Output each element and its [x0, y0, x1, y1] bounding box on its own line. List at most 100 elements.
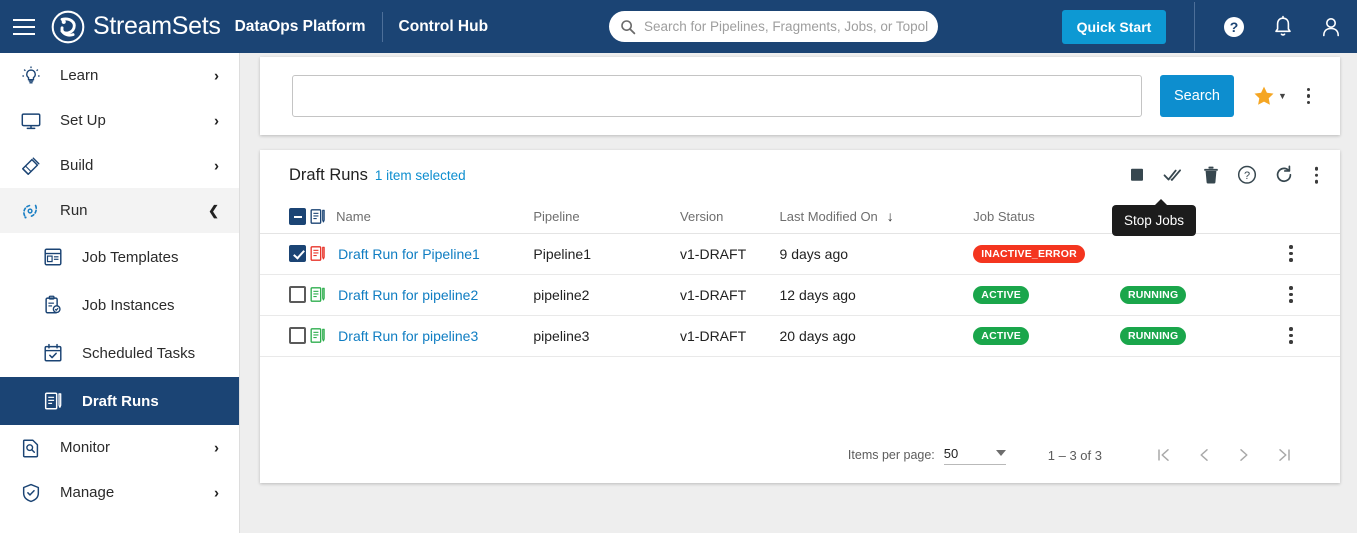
row-select-cell [260, 233, 309, 275]
row-status: RUNNING [1119, 274, 1278, 316]
sidebar-item-job-templates[interactable]: Job Templates [0, 233, 239, 281]
row-last-modified: 20 days ago [779, 315, 974, 357]
search-more-options-button[interactable] [1303, 84, 1315, 109]
sidebar-item-setup[interactable]: Set Up › [0, 98, 239, 143]
streamsets-logo-icon [51, 10, 85, 43]
column-header-job-status[interactable]: Job Status [973, 200, 1120, 234]
sidebar-item-build[interactable]: Build › [0, 143, 239, 188]
page-range-label: 1 – 3 of 3 [1047, 447, 1102, 463]
row-job-status: INACTIVE_ERROR [973, 233, 1120, 275]
column-header-pipeline[interactable]: Pipeline [533, 200, 681, 234]
row-pipeline: pipeline3 [533, 315, 681, 357]
row-version: v1-DRAFT [680, 233, 780, 275]
refresh-button[interactable] [1274, 165, 1294, 185]
sidebar-item-label: Job Instances [82, 296, 175, 314]
user-account-icon[interactable] [1320, 15, 1342, 39]
paginator: Items per page: 50 1 – 3 of 3 [260, 427, 1340, 483]
row-job-status: ACTIVE [973, 315, 1120, 357]
chevron-down-icon [995, 450, 1006, 456]
row-actions-cell [1277, 233, 1340, 275]
table-row[interactable]: Draft Run for Pipeline1 Pipeline1 v1-DRA… [260, 233, 1340, 275]
help-icon[interactable]: ? [1222, 15, 1246, 39]
sidebar-item-label: Build [60, 157, 94, 174]
items-per-page-select[interactable]: 50 [943, 446, 1006, 465]
row-more-options-button[interactable] [1285, 282, 1340, 307]
draft-run-icon [310, 246, 325, 261]
chevron-right-icon: › [214, 67, 219, 84]
column-header-name[interactable]: Name [308, 200, 534, 234]
column-header-last-modified[interactable]: Last Modified On ↓ [779, 200, 974, 234]
build-pipeline-icon [18, 155, 44, 177]
row-name-link[interactable]: Draft Run for pipeline3 [338, 328, 478, 344]
row-checkbox[interactable] [289, 327, 306, 345]
panel-actions: ? [1128, 163, 1323, 188]
sidebar-item-manage[interactable]: Manage › [0, 470, 239, 515]
panel-title: Draft Runs [289, 165, 368, 184]
favorite-star-icon[interactable]: ▼ [1252, 84, 1287, 108]
table-row[interactable]: Draft Run for pipeline2 pipeline2 v1-DRA… [260, 274, 1340, 316]
quick-start-button[interactable]: Quick Start [1062, 10, 1166, 44]
stop-jobs-tooltip: Stop Jobs [1112, 199, 1197, 236]
previous-page-button[interactable] [1184, 446, 1224, 464]
acknowledge-errors-button[interactable] [1163, 166, 1185, 184]
column-header-version[interactable]: Version [680, 200, 780, 234]
chevron-right-icon: › [214, 439, 219, 456]
chevron-right-icon: › [214, 112, 219, 129]
panel-header: Draft Runs 1 item selected ? [260, 150, 1340, 200]
sidebar-item-label: Scheduled Tasks [82, 344, 196, 362]
chevron-down-icon: ▼ [1278, 91, 1287, 101]
row-status [1119, 233, 1278, 275]
row-name-cell: Draft Run for pipeline3 [308, 315, 534, 357]
search-input[interactable] [292, 75, 1142, 117]
sidebar-item-draft-runs[interactable]: Draft Runs [0, 377, 239, 425]
monitor-search-icon [18, 437, 44, 459]
draft-run-icon [310, 328, 325, 343]
main-content: Search ▼ Draft Runs 1 item selected ? Na… [240, 53, 1357, 533]
draft-run-icon [40, 390, 66, 412]
row-pipeline: pipeline2 [533, 274, 681, 316]
row-more-options-button[interactable] [1285, 323, 1340, 348]
select-all-checkbox[interactable] [289, 207, 306, 225]
sidebar-item-scheduled-tasks[interactable]: Scheduled Tasks [0, 329, 239, 377]
select-all-header [260, 200, 309, 234]
global-search[interactable] [609, 11, 938, 42]
hamburger-menu-icon[interactable] [13, 18, 35, 35]
last-page-button[interactable] [1264, 446, 1304, 464]
panel-more-options-button[interactable] [1311, 163, 1323, 188]
row-pipeline: Pipeline1 [533, 233, 681, 275]
draft-run-icon [310, 287, 325, 302]
global-search-input[interactable] [644, 19, 938, 34]
selection-count-link[interactable]: 1 item selected [375, 168, 466, 183]
items-per-page-label: Items per page: [847, 448, 935, 462]
column-header-label: Name [336, 208, 371, 224]
delete-button[interactable] [1202, 166, 1220, 185]
notifications-bell-icon[interactable] [1272, 15, 1294, 39]
row-checkbox[interactable] [289, 286, 306, 304]
next-page-button[interactable] [1224, 446, 1264, 464]
help-button[interactable]: ? [1237, 165, 1257, 185]
svg-text:?: ? [1230, 19, 1239, 35]
job-instance-icon [40, 294, 66, 316]
row-name-link[interactable]: Draft Run for pipeline2 [338, 287, 478, 303]
search-button[interactable]: Search [1160, 75, 1234, 117]
row-actions-cell [1277, 274, 1340, 316]
job-template-icon [40, 246, 66, 268]
sidebar-item-learn[interactable]: Learn › [0, 53, 239, 98]
row-more-options-button[interactable] [1285, 241, 1340, 266]
brand: StreamSets DataOps Platform Control Hub [51, 10, 488, 44]
row-checkbox[interactable] [289, 245, 306, 263]
chevron-right-icon: › [214, 484, 219, 501]
search-panel: Search ▼ [260, 57, 1340, 135]
table-row[interactable]: Draft Run for pipeline3 pipeline3 v1-DRA… [260, 315, 1340, 357]
row-version: v1-DRAFT [680, 274, 780, 316]
sidebar-item-monitor[interactable]: Monitor › [0, 425, 239, 470]
first-page-button[interactable] [1144, 446, 1184, 464]
row-name-cell: Draft Run for Pipeline1 [308, 233, 534, 275]
monitor-icon [18, 110, 44, 132]
sidebar-item-run[interactable]: Run ❮ [0, 188, 239, 233]
stop-jobs-button[interactable] [1128, 166, 1146, 184]
row-name-link[interactable]: Draft Run for Pipeline1 [338, 246, 480, 262]
sidebar-navigation: Learn › Set Up › Build › Run ❮ Job Templ… [0, 53, 240, 533]
row-actions-cell [1277, 315, 1340, 357]
sidebar-item-job-instances[interactable]: Job Instances [0, 281, 239, 329]
